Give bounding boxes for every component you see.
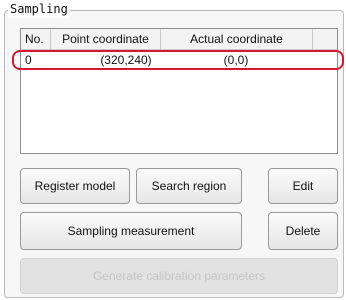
row-actual-coordinate-cell: (0,0) <box>223 53 249 67</box>
table-header: No. Point coordinate Actual coordinate <box>21 29 337 50</box>
sampling-table[interactable]: No. Point coordinate Actual coordinate 0… <box>20 28 338 154</box>
row-no-cell: 0 <box>25 53 32 67</box>
search-region-button[interactable]: Search region <box>136 168 242 204</box>
column-header-point-coordinate[interactable]: Point coordinate <box>51 29 161 49</box>
column-header-empty <box>313 29 338 49</box>
sampling-measurement-button[interactable]: Sampling measurement <box>20 212 242 250</box>
column-header-no[interactable]: No. <box>21 29 51 49</box>
delete-button[interactable]: Delete <box>268 212 338 250</box>
edit-button[interactable]: Edit <box>268 168 338 204</box>
sampling-group-title: Sampling <box>8 0 70 18</box>
row-point-coordinate-cell: (320,240) <box>100 53 152 67</box>
generate-calibration-parameters-button[interactable]: Generate calibration parameters <box>20 258 338 294</box>
table-row[interactable]: 0 (320,240) (0,0) <box>21 50 339 70</box>
column-header-actual-coordinate[interactable]: Actual coordinate <box>161 29 313 49</box>
register-model-button[interactable]: Register model <box>20 168 130 204</box>
